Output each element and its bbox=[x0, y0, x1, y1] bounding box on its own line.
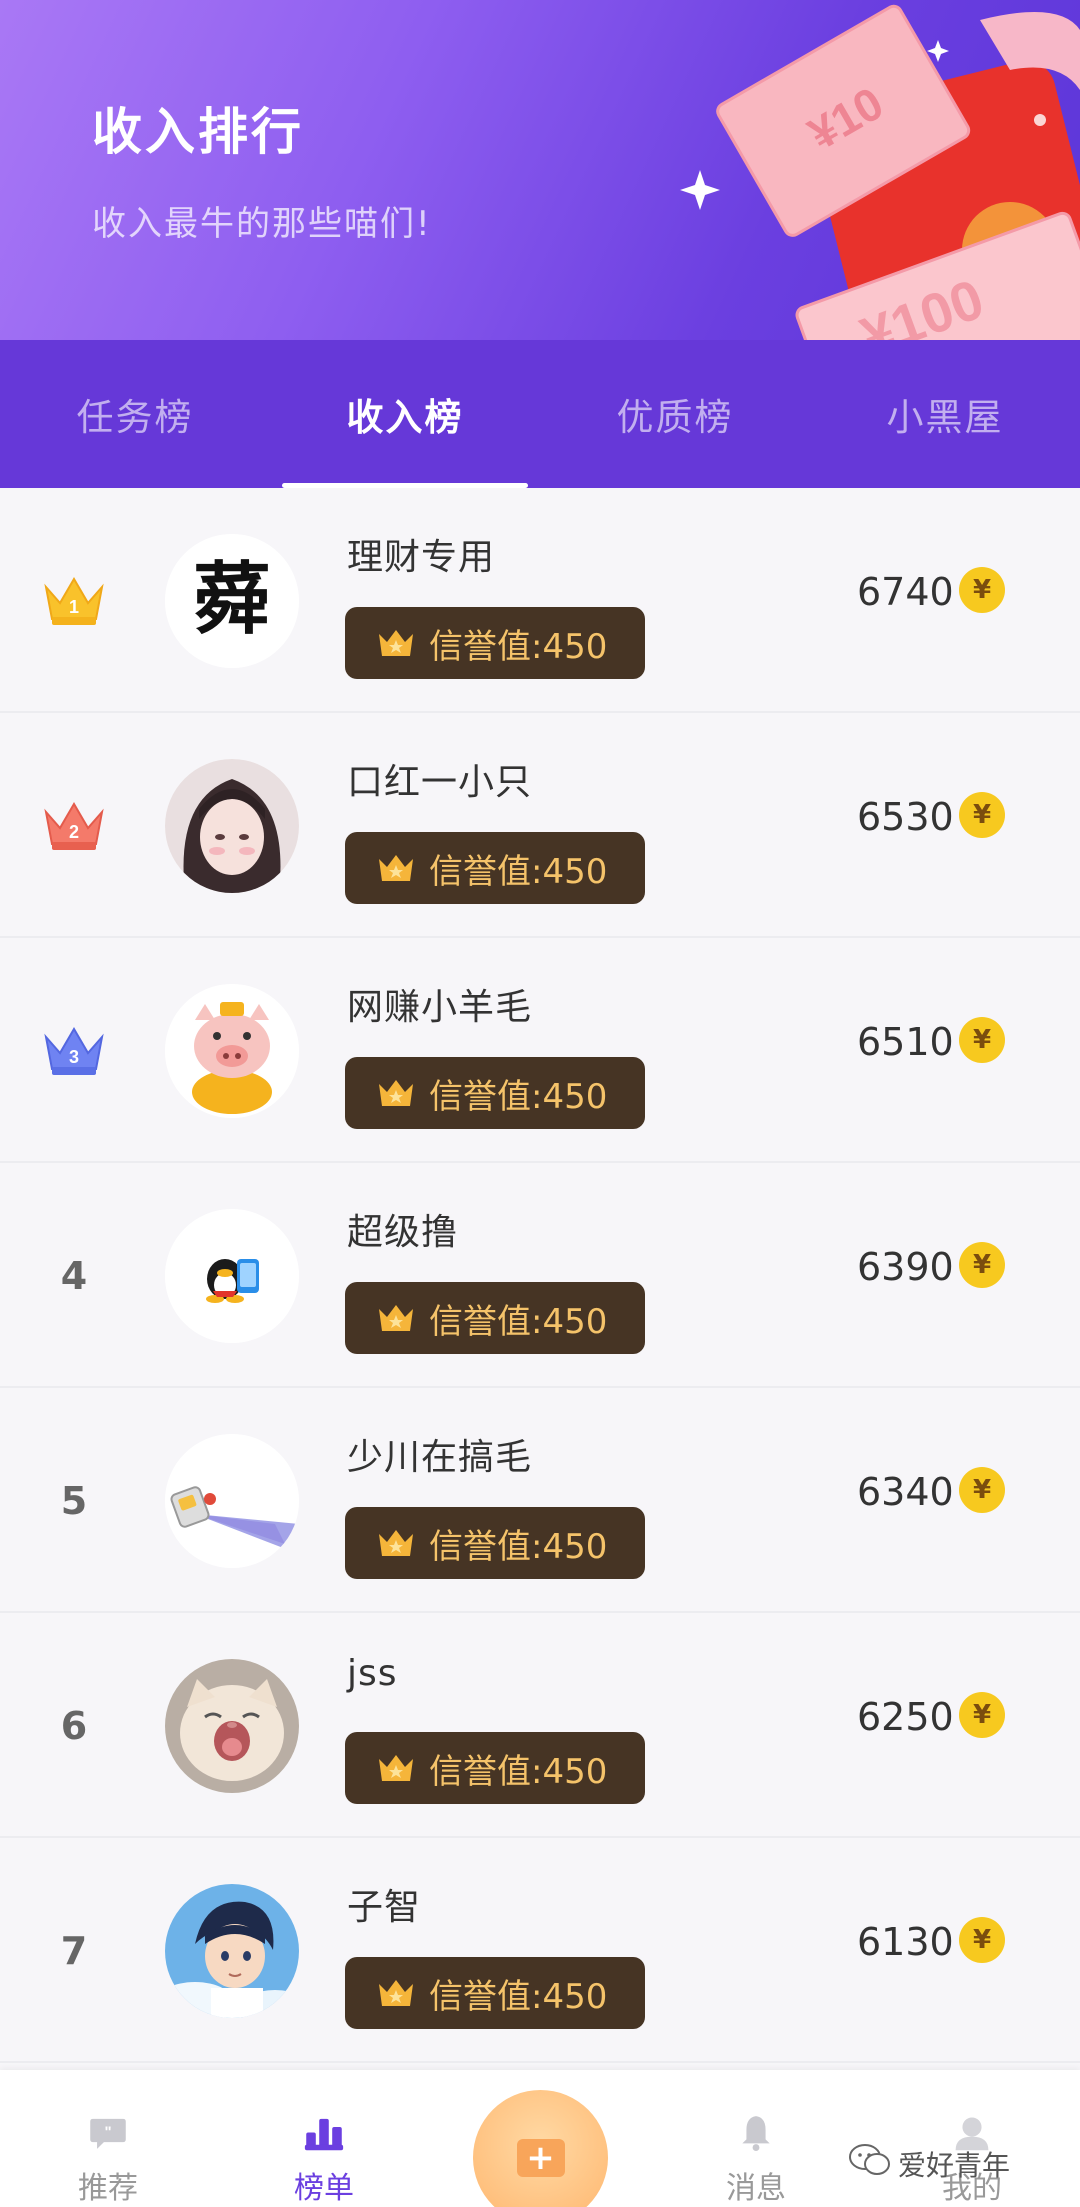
avatar[interactable] bbox=[165, 1884, 299, 2018]
svg-text:1: 1 bbox=[69, 597, 79, 617]
blue-crown-icon: 3 bbox=[36, 1016, 112, 1086]
ranking-row[interactable]: 2 口红一小只 信誉值:450 6530 ¥ bbox=[0, 713, 1080, 938]
rank-number: 6 bbox=[60, 1704, 88, 1748]
red-envelope-illustration: ¥10 ¥100 bbox=[680, 4, 1080, 340]
crown-badge-icon bbox=[379, 1755, 413, 1781]
yuan-coin-icon: ¥ bbox=[959, 1692, 1005, 1738]
credit-value: 信誉值:450 bbox=[429, 1526, 608, 1567]
nav-label: 推荐 bbox=[78, 2171, 138, 2206]
username: 超级撸 bbox=[347, 1212, 459, 1253]
nav-messages[interactable]: 消息 bbox=[648, 2070, 864, 2207]
header-banner: 收入排行 收入最牛的那些喵们! ¥10 ¥100 bbox=[0, 0, 1080, 340]
ranking-row[interactable]: 3 网赚小羊毛 信誉值:450 6510 ¥ bbox=[0, 938, 1080, 1163]
credit-badge: 信誉值:450 bbox=[345, 1282, 645, 1354]
nav-recommend[interactable]: " 推荐 bbox=[0, 2070, 216, 2207]
credit-value: 信誉值:450 bbox=[429, 626, 608, 667]
yuan-coin-icon: ¥ bbox=[959, 567, 1005, 613]
avatar[interactable] bbox=[165, 1659, 299, 1793]
ranking-row[interactable]: 5 少川在搞毛 信誉值:450 6340 ¥ bbox=[0, 1388, 1080, 1613]
crown-badge-icon bbox=[379, 1080, 413, 1106]
username: 口红一小只 bbox=[347, 762, 533, 803]
username: 少川在搞毛 bbox=[347, 1437, 533, 1478]
username: 理财专用 bbox=[347, 537, 496, 578]
yuan-coin-icon: ¥ bbox=[959, 1242, 1005, 1288]
yuan-coin-icon: ¥ bbox=[959, 1017, 1005, 1063]
avatar[interactable] bbox=[165, 984, 299, 1118]
ranking-row[interactable]: 4 超级撸 信誉值:450 6390 ¥ bbox=[0, 1163, 1080, 1388]
gold-crown-icon: 1 bbox=[36, 566, 112, 636]
crown-badge-icon bbox=[379, 630, 413, 656]
rank-number: 4 bbox=[60, 1254, 88, 1298]
page-subtitle: 收入最牛的那些喵们! bbox=[92, 204, 432, 244]
svg-text:蕣: 蕣 bbox=[193, 554, 271, 645]
yuan-coin-icon: ¥ bbox=[959, 792, 1005, 838]
ranking-row[interactable]: 7 子智 信誉值:450 6130 ¥ bbox=[0, 1838, 1080, 2063]
tab-income[interactable]: 收入榜 bbox=[270, 340, 540, 488]
wechat-icon bbox=[849, 2144, 890, 2175]
ranking-list: 1 蕣 理财专用 信誉值:450 6740 ¥ 2 口红一小只 信誉值:450 … bbox=[0, 488, 1080, 2063]
credit-badge: 信誉值:450 bbox=[345, 1057, 645, 1129]
credit-value: 信誉值:450 bbox=[429, 1976, 608, 2017]
svg-text:2: 2 bbox=[69, 822, 79, 842]
income-amount: 6250 bbox=[857, 1695, 954, 1739]
avatar[interactable] bbox=[165, 1209, 299, 1343]
chat-icon: " bbox=[90, 2118, 126, 2149]
watermark-text: 爱好青年 bbox=[898, 2149, 1011, 2182]
ranking-page: 收入排行 收入最牛的那些喵们! ¥10 ¥100 任务榜 收入榜 优质榜 小黑屋… bbox=[0, 0, 1080, 2207]
income-amount: 6530 bbox=[857, 795, 954, 839]
crown-badge-icon bbox=[379, 1530, 413, 1556]
credit-badge: 信誉值:450 bbox=[345, 832, 645, 904]
svg-text:": " bbox=[104, 2124, 111, 2141]
red-crown-icon: 2 bbox=[36, 791, 112, 861]
credit-badge: 信誉值:450 bbox=[345, 607, 645, 679]
ranking-row[interactable]: 1 蕣 理财专用 信誉值:450 6740 ¥ bbox=[0, 488, 1080, 713]
income-amount: 6340 bbox=[857, 1470, 954, 1514]
crown-badge-icon bbox=[379, 1305, 413, 1331]
bell-icon bbox=[742, 2116, 770, 2151]
income-amount: 6130 bbox=[857, 1920, 954, 1964]
credit-badge: 信誉值:450 bbox=[345, 1957, 645, 2029]
nav-ranking[interactable]: 榜单 bbox=[216, 2070, 432, 2207]
nav-profile[interactable]: 我的 bbox=[864, 2070, 1080, 2207]
tab-quality[interactable]: 优质榜 bbox=[540, 340, 810, 488]
credit-value: 信誉值:450 bbox=[429, 851, 608, 892]
ranking-icon bbox=[304, 2118, 344, 2151]
ranking-row[interactable]: 6 jss 信誉值:450 6250 ¥ bbox=[0, 1613, 1080, 1838]
crown-badge-icon bbox=[379, 855, 413, 881]
crown-badge-icon bbox=[379, 1980, 413, 2006]
rank-number: 7 bbox=[60, 1929, 88, 1973]
credit-badge: 信誉值:450 bbox=[345, 1732, 645, 1804]
nav-label: 消息 bbox=[726, 2171, 786, 2206]
avatar[interactable] bbox=[165, 1434, 299, 1568]
add-icon: + bbox=[516, 2138, 565, 2178]
ranking-tabs: 任务榜 收入榜 优质榜 小黑屋 bbox=[0, 340, 1080, 488]
tab-task[interactable]: 任务榜 bbox=[0, 340, 270, 488]
income-amount: 6390 bbox=[857, 1245, 954, 1289]
username: 网赚小羊毛 bbox=[347, 987, 533, 1028]
yuan-coin-icon: ¥ bbox=[959, 1467, 1005, 1513]
avatar[interactable] bbox=[165, 759, 299, 893]
tab-blackroom[interactable]: 小黑屋 bbox=[810, 340, 1080, 488]
rank-number: 5 bbox=[60, 1479, 88, 1523]
credit-value: 信誉值:450 bbox=[429, 1076, 608, 1117]
nav-label: 榜单 bbox=[294, 2171, 354, 2206]
income-amount: 6740 bbox=[857, 570, 954, 614]
income-amount: 6510 bbox=[857, 1020, 954, 1064]
credit-value: 信誉值:450 bbox=[429, 1301, 608, 1342]
yuan-coin-icon: ¥ bbox=[959, 1917, 1005, 1963]
username: 子智 bbox=[347, 1887, 422, 1928]
svg-text:3: 3 bbox=[69, 1047, 79, 1067]
credit-value: 信誉值:450 bbox=[429, 1751, 608, 1792]
username: jss bbox=[347, 1653, 398, 1694]
avatar[interactable]: 蕣 bbox=[165, 534, 299, 668]
page-title: 收入排行 bbox=[92, 103, 304, 161]
credit-badge: 信誉值:450 bbox=[345, 1507, 645, 1579]
